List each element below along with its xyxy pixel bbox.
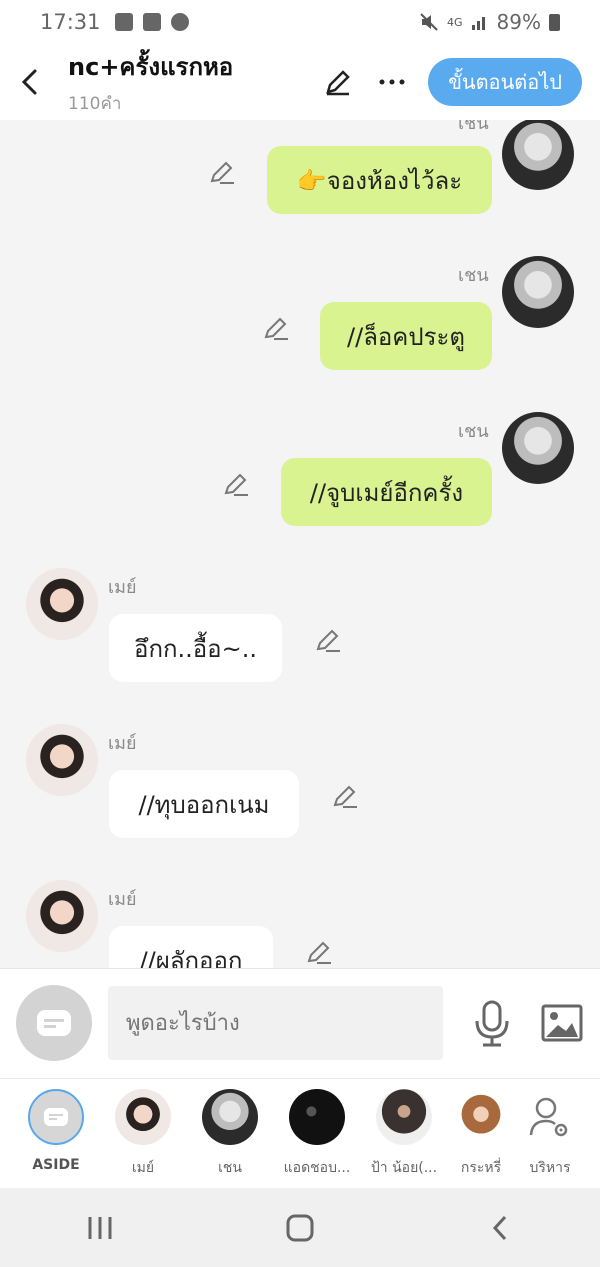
next-step-button[interactable]: ขั้นตอนต่อไป xyxy=(428,58,582,106)
avatar xyxy=(289,1089,345,1145)
back-chevron-icon xyxy=(492,1215,507,1240)
character-label: ป้า น้อย(... xyxy=(370,1160,438,1176)
message-bubble[interactable]: //ผลักออก xyxy=(109,926,273,968)
chat-area[interactable]: เชน 👉จองห้องไว้ละ เชน //ล็อคประตู เชน //… xyxy=(0,120,600,968)
recent-apps-icon xyxy=(88,1216,112,1239)
battery-icon xyxy=(549,13,560,31)
system-nav-bar xyxy=(0,1188,600,1267)
back-button[interactable] xyxy=(4,52,56,112)
status-time: 17:31 xyxy=(40,10,101,34)
edit-message-icon[interactable] xyxy=(208,158,236,186)
avatar xyxy=(115,1089,171,1145)
avatar-may[interactable] xyxy=(26,880,98,952)
avatar-may[interactable] xyxy=(26,568,98,640)
home-button[interactable] xyxy=(270,1198,330,1258)
status-notification-icons xyxy=(114,13,189,31)
sender-name: เมย์ xyxy=(108,577,137,598)
more-icon xyxy=(379,79,405,85)
battery-percent: 89% xyxy=(496,10,541,34)
manage-avatar xyxy=(522,1089,578,1145)
image-icon xyxy=(114,13,133,31)
avatar-may[interactable] xyxy=(26,724,98,796)
character-aside[interactable]: ASIDE xyxy=(16,1089,96,1173)
recent-apps-button[interactable] xyxy=(70,1198,130,1258)
aside-avatar xyxy=(28,1089,84,1145)
more-options-button[interactable] xyxy=(374,64,410,100)
character-label: บริหาร xyxy=(529,1160,571,1176)
wifi-icon xyxy=(170,13,189,31)
character-label: เมย์ xyxy=(131,1160,155,1176)
aside-icon xyxy=(37,1010,71,1036)
avatar-chen[interactable] xyxy=(502,256,574,328)
sender-name: เมย์ xyxy=(108,733,137,754)
microphone-icon[interactable] xyxy=(470,999,514,1047)
message-bubble[interactable]: //ล็อคประตู xyxy=(320,302,492,370)
user-settings-icon xyxy=(529,1097,568,1137)
character-may[interactable]: เมย์ xyxy=(103,1089,183,1179)
manage-characters-button[interactable]: บริหาร xyxy=(510,1089,590,1179)
header-actions: ขั้นตอนต่อไป xyxy=(320,58,582,106)
back-arrow-icon xyxy=(21,69,37,95)
edit-message-icon[interactable] xyxy=(305,938,333,966)
home-icon xyxy=(286,1214,314,1241)
character-label: ASIDE xyxy=(32,1157,80,1173)
edit-message-icon[interactable] xyxy=(262,314,290,342)
message-bubble[interactable]: อึกก..อื้อ~.. xyxy=(109,614,282,682)
word-count: 110คำ xyxy=(68,94,122,114)
mute-icon xyxy=(420,13,438,31)
sender-name: เชน xyxy=(458,120,489,134)
pencil-icon xyxy=(326,70,350,96)
character-bar: ASIDE เมย์ เชน แอดชอบ... ป้า น้อย(... กร… xyxy=(0,1078,600,1188)
status-right-group: 4G 89% xyxy=(419,10,560,34)
edit-message-icon[interactable] xyxy=(314,626,342,654)
status-bar: 17:31 4G 89% xyxy=(0,0,600,44)
message-bubble[interactable]: 👉จองห้องไว้ละ xyxy=(267,146,492,214)
aside-icon xyxy=(44,1108,68,1126)
character-chen[interactable]: เชน xyxy=(190,1089,270,1179)
chat-header: nc+ครั้งแรกหอ 110คำ ขั้นตอนต่อไป xyxy=(0,44,600,120)
image-picker-icon[interactable] xyxy=(540,1001,584,1045)
system-back-button[interactable] xyxy=(470,1198,530,1258)
sender-name: เชน xyxy=(458,265,489,286)
aside-toggle-button[interactable] xyxy=(16,985,92,1061)
message-bubble[interactable]: //ทุบออกเนม xyxy=(109,770,299,838)
network-label: 4G xyxy=(447,15,463,29)
avatar xyxy=(453,1089,509,1145)
edit-title-button[interactable] xyxy=(320,64,356,100)
sender-name: เมย์ xyxy=(108,889,137,910)
message-input[interactable] xyxy=(108,986,443,1060)
message-composer xyxy=(0,968,600,1078)
title-group: nc+ครั้งแรกหอ 110คำ xyxy=(68,47,233,117)
edit-message-icon[interactable] xyxy=(331,782,359,810)
sender-name: เชน xyxy=(458,421,489,442)
message-bubble[interactable]: //จูบเมย์อีกครั้ง xyxy=(281,458,492,526)
character-admin[interactable]: แอดชอบ... xyxy=(277,1089,357,1179)
character-krasri[interactable]: กระหรี่ xyxy=(441,1089,521,1179)
avatar-chen[interactable] xyxy=(502,412,574,484)
character-label: กระหรี่ xyxy=(460,1160,502,1176)
check-icon xyxy=(142,13,161,31)
avatar xyxy=(202,1089,258,1145)
avatar-chen[interactable] xyxy=(502,120,574,190)
character-label: เชน xyxy=(218,1160,242,1176)
character-label: แอดชอบ... xyxy=(283,1160,351,1176)
edit-message-icon[interactable] xyxy=(222,470,250,498)
character-aunt-noi[interactable]: ป้า น้อย(... xyxy=(364,1089,444,1179)
signal-icon xyxy=(471,17,485,30)
page-title: nc+ครั้งแรกหอ xyxy=(68,53,234,81)
avatar xyxy=(376,1089,432,1145)
